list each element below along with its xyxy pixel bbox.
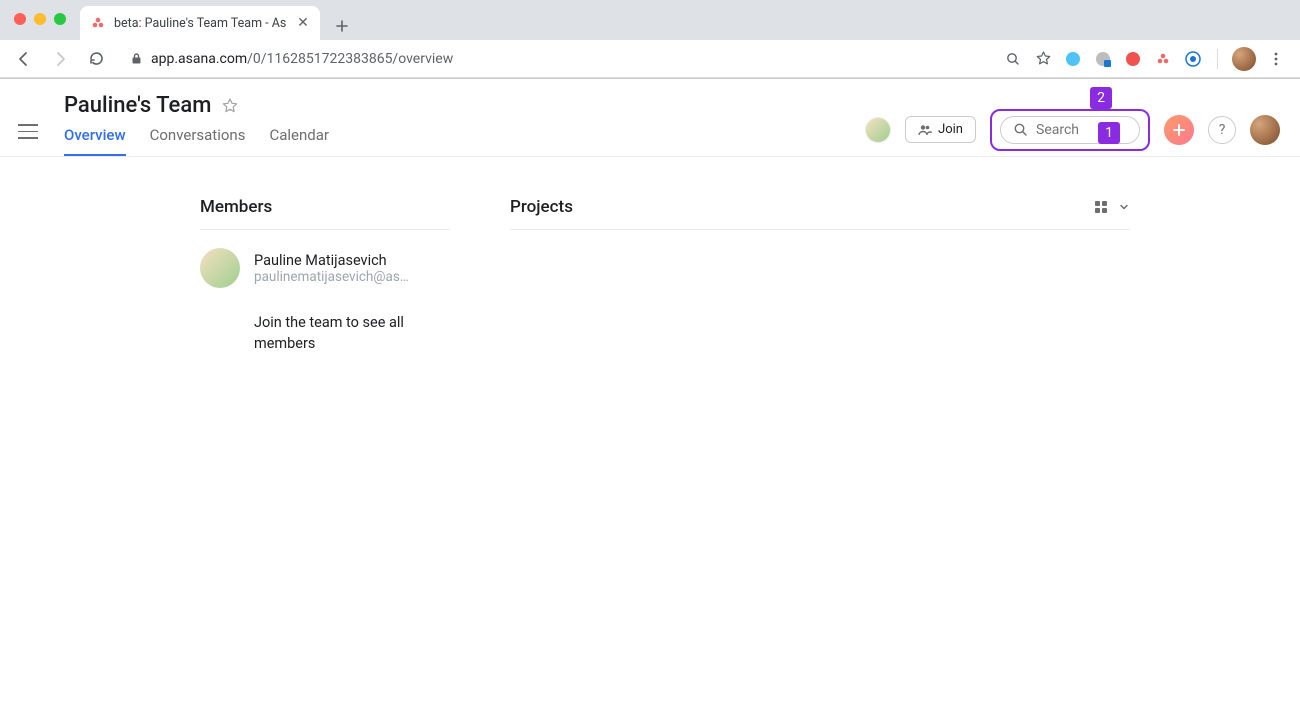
tabs: Overview Conversations Calendar <box>64 126 865 156</box>
toolbar-icons <box>1003 47 1290 71</box>
members-column: Members Pauline Matijasevich paulinemati… <box>200 197 450 354</box>
tab-close-icon[interactable]: ✕ <box>296 16 310 30</box>
extension-icon[interactable] <box>1183 49 1203 69</box>
favorite-star-icon[interactable] <box>221 97 239 115</box>
window-minimize-button[interactable] <box>34 13 46 25</box>
url-path: /0/1162851722383865/overview <box>247 51 453 67</box>
header-main: Pauline's Team Overview Conversations Ca… <box>64 93 865 156</box>
extension-icon[interactable] <box>1123 49 1143 69</box>
help-button[interactable]: ? <box>1208 116 1236 144</box>
search-input[interactable] <box>1036 122 1106 138</box>
join-label: Join <box>938 122 963 137</box>
members-heading: Members <box>200 197 450 230</box>
extension-icon[interactable] <box>1093 49 1113 69</box>
forward-button[interactable] <box>46 45 74 73</box>
join-team-note: Join the team to see all members <box>200 312 450 354</box>
member-name: Pauline Matijasevich <box>254 252 409 269</box>
lock-icon <box>130 52 143 65</box>
page-title: Pauline's Team <box>64 93 211 118</box>
browser-chrome: beta: Pauline's Team Team - As ✕ app.asa… <box>0 0 1300 79</box>
header-right: 2 Join 1 ? <box>865 109 1280 151</box>
tab-calendar[interactable]: Calendar <box>269 126 329 156</box>
grid-view-icon[interactable] <box>1094 200 1108 214</box>
projects-heading: Projects <box>510 197 573 217</box>
profile-avatar[interactable] <box>1232 47 1256 71</box>
zoom-icon[interactable] <box>1003 49 1023 69</box>
tab-conversations[interactable]: Conversations <box>150 126 246 156</box>
hamburger-menu-button[interactable] <box>18 120 42 144</box>
member-info: Pauline Matijasevich paulinematijasevich… <box>254 252 409 285</box>
browser-tab[interactable]: beta: Pauline's Team Team - As ✕ <box>80 6 320 40</box>
window-close-button[interactable] <box>14 13 26 25</box>
toolbar-divider <box>1217 49 1218 69</box>
title-row: Pauline's Team <box>64 93 865 118</box>
app-header: Pauline's Team Overview Conversations Ca… <box>0 79 1300 156</box>
extension-icon[interactable] <box>1153 49 1173 69</box>
member-row[interactable]: Pauline Matijasevich paulinematijasevich… <box>200 248 450 288</box>
address-bar[interactable]: app.asana.com/0/1162851722383865/overvie… <box>118 44 995 74</box>
app: Pauline's Team Overview Conversations Ca… <box>0 79 1300 354</box>
user-avatar[interactable] <box>1250 115 1280 145</box>
browser-toolbar: app.asana.com/0/1162851722383865/overvie… <box>0 40 1300 78</box>
asana-favicon-icon <box>90 15 106 31</box>
people-icon <box>918 124 932 136</box>
star-icon[interactable] <box>1033 49 1053 69</box>
window-maximize-button[interactable] <box>54 13 66 25</box>
callout-badge-1: 1 <box>1098 122 1120 144</box>
content: Members Pauline Matijasevich paulinemati… <box>0 157 1300 354</box>
member-avatar-small[interactable] <box>865 117 891 143</box>
callout-badge-2: 2 <box>1090 87 1112 109</box>
search-highlight-wrap: 1 <box>990 109 1150 151</box>
url-host: app.asana.com <box>151 51 247 67</box>
back-button[interactable] <box>10 45 38 73</box>
url-text: app.asana.com/0/1162851722383865/overvie… <box>151 51 453 67</box>
projects-head: Projects <box>510 197 1130 230</box>
browser-tab-title: beta: Pauline's Team Team - As <box>114 16 288 31</box>
add-button[interactable] <box>1164 115 1194 145</box>
member-avatar <box>200 248 240 288</box>
join-button[interactable]: Join <box>905 116 976 143</box>
project-view-controls <box>1094 200 1130 214</box>
chevron-down-icon[interactable] <box>1118 201 1130 213</box>
window-controls <box>14 13 66 25</box>
search-icon <box>1013 122 1028 137</box>
extension-icon[interactable] <box>1063 49 1083 69</box>
member-email: paulinematijasevich@as… <box>254 269 409 285</box>
new-tab-button[interactable] <box>328 12 356 40</box>
reload-button[interactable] <box>82 45 110 73</box>
projects-column: Projects <box>510 197 1130 354</box>
tab-strip: beta: Pauline's Team Team - As ✕ <box>0 0 1300 40</box>
menu-icon[interactable] <box>1266 49 1286 69</box>
tab-overview[interactable]: Overview <box>64 126 126 156</box>
